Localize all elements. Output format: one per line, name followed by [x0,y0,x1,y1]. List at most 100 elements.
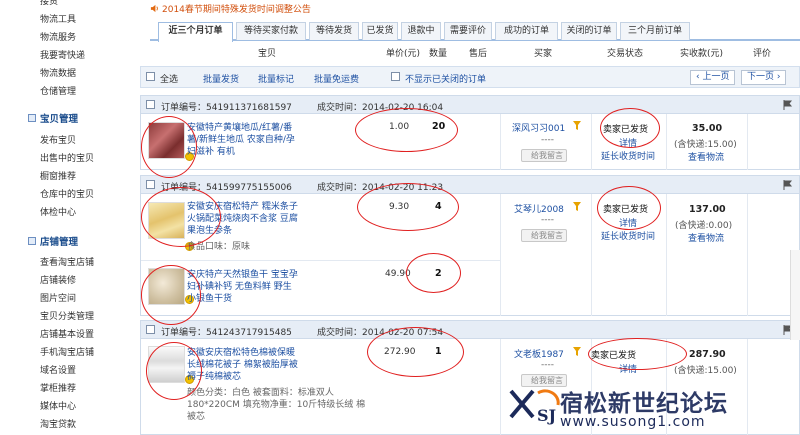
sidebar-item-on-sale[interactable]: 出售中的宝贝 [40,151,94,164]
sidebar-item-send-express[interactable]: 我要寄快递 [40,48,85,61]
hide-closed-checkbox[interactable] [391,72,400,81]
sidebar-section-shop[interactable]: 店铺管理 [40,234,78,248]
sidebar-item-window[interactable]: 橱窗推荐 [40,169,76,182]
unit-price: 272.90 [384,347,416,357]
sidebar-item-decorate[interactable]: 店铺装修 [40,273,76,286]
product-image[interactable] [148,268,185,305]
hide-closed-label[interactable]: 不显示已关闭的订单 [405,72,486,85]
order-body: 安徽安庆宿松特产 糯米条子火锅配菜炖烧肉不含浆 豆腐果泡生参条 食品口味：原味 … [140,194,800,316]
col-unit-price: 单价(元) [386,49,421,59]
order-time: 成交时间：2014-02-20 07:54 [317,328,444,338]
shipping-fee: (含快递:15.00) [674,366,737,376]
order-time: 成交时间：2014-02-20 11:23 [317,183,444,193]
unit-price: 1.00 [389,122,410,132]
col-status: 交易状态 [607,49,644,59]
sidebar-item-shop-settings[interactable]: 店铺基本设置 [40,327,94,340]
buyer-sub: ---- [541,135,554,145]
next-page-label: 下一页 [747,72,775,82]
sidebar-item-images[interactable]: 图片空间 [40,291,76,304]
col-after-sale: 售后 [469,49,488,59]
order-checkbox[interactable] [146,180,155,189]
order-body: 安徽特产黄壤地瓜/红薯/番薯/新鲜生地瓜 农家自种/孕妇滋补 有机 1.00 2… [140,114,800,170]
sidebar-item-media[interactable]: 媒体中心 [40,399,76,412]
sidebar-item-warehouse[interactable]: 仓储管理 [40,84,76,97]
unit-price: 9.30 [389,202,410,212]
xsj-logo-icon: SJ [509,389,560,425]
section-icon [28,114,36,122]
sidebar-item-cut[interactable]: 接货 [40,0,58,7]
tab-refunding[interactable]: 退款中 [401,22,441,40]
product-image[interactable] [148,202,185,239]
message-button[interactable]: 给我留言 [521,229,567,242]
sidebar-item-categories[interactable]: 宝贝分类管理 [40,309,94,322]
prev-page-button[interactable]: ‹ 上一页 [690,70,736,85]
product-sku: 颜色分类：白色 被套面料：标准双人 180*220CM 填充物净重：10斤特级长… [187,388,366,422]
sidebar-item-publish[interactable]: 发布宝贝 [40,133,76,146]
detail-link[interactable]: 详情 [619,136,637,149]
batch-mark-link[interactable]: 批量标记 [258,72,294,85]
tab-older[interactable]: 三个月前订单 [620,22,690,40]
extend-receipt-link[interactable]: 延长收货时间 [601,149,655,162]
funnel-icon[interactable] [573,121,581,130]
message-button[interactable]: 给我留言 [521,149,567,162]
batch-free-link[interactable]: 批量免运费 [314,72,359,85]
product-image[interactable] [148,122,185,159]
funnel-icon[interactable] [573,347,581,356]
buyer-name[interactable]: 文老板1987 [514,347,564,360]
product-image[interactable] [148,346,185,383]
tab-success[interactable]: 成功的订单 [495,22,558,40]
order-checkbox[interactable] [146,325,155,334]
tab-shipped[interactable]: 已发货 [362,22,398,40]
order-checkbox[interactable] [146,100,155,109]
quantity: 1 [435,346,442,357]
batch-toolbar: 全选 批量发货 批量标记 批量免运费 不显示已关闭的订单 ‹ 上一页 下一页 › [140,66,800,88]
tab-need-review[interactable]: 需要评价 [444,22,492,40]
sidebar: 接货 物流工具 物流服务 我要寄快递 物流数据 仓储管理 宝贝管理 发布宝贝 出… [0,0,135,435]
tab-recent-3-months[interactable]: 近三个月订单 [158,22,233,42]
tab-closed[interactable]: 关闭的订单 [561,22,617,40]
tab-waiting-payment[interactable]: 等待买家付款 [236,22,306,40]
buyer-name[interactable]: 深风习习001 [512,121,565,134]
sidebar-item-logistics-service[interactable]: 物流服务 [40,30,76,43]
product-title[interactable]: 安庆特产天然银鱼干 宝宝孕妇补碘补钙 无鱼料鲜 野生小银鱼干货 [187,269,299,305]
sidebar-item-view-shop[interactable]: 查看淘宝店铺 [40,255,94,268]
next-page-button[interactable]: 下一页 › [741,70,787,85]
sidebar-item-logistics-data[interactable]: 物流数据 [40,66,76,79]
sidebar-item-checkup[interactable]: 体检中心 [40,205,76,218]
select-all-checkbox[interactable] [146,72,155,81]
flag-icon[interactable] [783,180,793,190]
order-header: 订单编号：541599775155006 成交时间：2014-02-20 11:… [140,175,800,194]
batch-ship-link[interactable]: 批量发货 [203,72,239,85]
trade-status: 卖家已发货 [591,351,637,361]
tab-waiting-ship[interactable]: 等待发货 [309,22,359,40]
detail-link[interactable]: 详情 [619,362,637,375]
scrollbar[interactable] [790,250,800,340]
flag-icon[interactable] [783,100,793,110]
view-logistics-link[interactable]: 查看物流 [688,231,724,244]
prev-page-label: 上一页 [702,72,730,82]
trade-status: 卖家已发货 [603,205,649,215]
select-all-label[interactable]: 全选 [160,72,178,85]
funnel-icon[interactable] [573,202,581,211]
product-title[interactable]: 安徽安庆宿松特色棉被保暖长绒棉花被子 棉絮被胎厚被褥子纯棉被芯 [187,347,299,383]
watermark-site-name: 宿松新世纪论坛 [560,390,728,417]
paid-amount: 287.90 [689,349,726,360]
sidebar-section-goods[interactable]: 宝贝管理 [40,111,78,125]
extend-receipt-link[interactable]: 延长收货时间 [601,229,655,242]
notice-bar[interactable]: 2014春节期间特殊发货时间调整公告 [150,2,311,15]
sidebar-item-logistics-tools[interactable]: 物流工具 [40,12,76,25]
order-header: 订单编号：541243717915485 成交时间：2014-02-20 07:… [140,320,800,339]
buyer-sub: ---- [541,360,554,370]
sidebar-item-recommend[interactable]: 掌柜推荐 [40,381,76,394]
col-paid: 实收款(元) [680,49,724,59]
buyer-name[interactable]: 艾琴儿2008 [514,202,564,215]
sidebar-item-domain[interactable]: 域名设置 [40,363,76,376]
sidebar-item-warehouse-goods[interactable]: 仓库中的宝贝 [40,187,94,200]
product-title[interactable]: 安徽安庆宿松特产 糯米条子火锅配菜炖烧肉不含浆 豆腐果泡生参条 [187,201,299,237]
detail-link[interactable]: 详情 [619,216,637,229]
unit-price: 49.90 [385,269,411,279]
view-logistics-link[interactable]: 查看物流 [688,150,724,163]
product-title[interactable]: 安徽特产黄壤地瓜/红薯/番薯/新鲜生地瓜 农家自种/孕妇滋补 有机 [187,122,297,158]
sidebar-item-mobile-shop[interactable]: 手机淘宝店铺 [40,345,94,358]
sidebar-item-loan[interactable]: 淘宝贷款 [40,417,76,430]
